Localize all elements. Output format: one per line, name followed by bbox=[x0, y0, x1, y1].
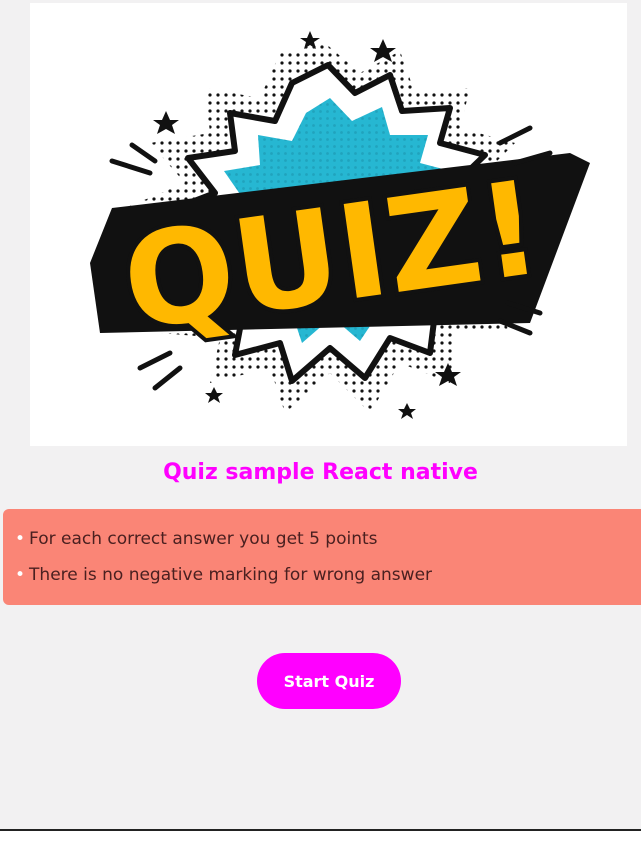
start-quiz-button[interactable]: Start Quiz bbox=[257, 653, 401, 709]
bottom-bar bbox=[0, 831, 641, 851]
rules-card: • For each correct answer you get 5 point… bbox=[3, 509, 641, 605]
rule-text: For each correct answer you get 5 points bbox=[29, 529, 378, 549]
rule-text: There is no negative marking for wrong a… bbox=[29, 565, 433, 585]
page-title: Quiz sample React native bbox=[163, 460, 478, 485]
bullet-icon: • bbox=[15, 565, 26, 585]
rule-item: • There is no negative marking for wrong … bbox=[15, 565, 432, 585]
bullet-icon: • bbox=[15, 529, 26, 549]
rule-item: • For each correct answer you get 5 point… bbox=[15, 529, 378, 549]
quiz-hero-image: QUIZ! bbox=[30, 3, 627, 446]
